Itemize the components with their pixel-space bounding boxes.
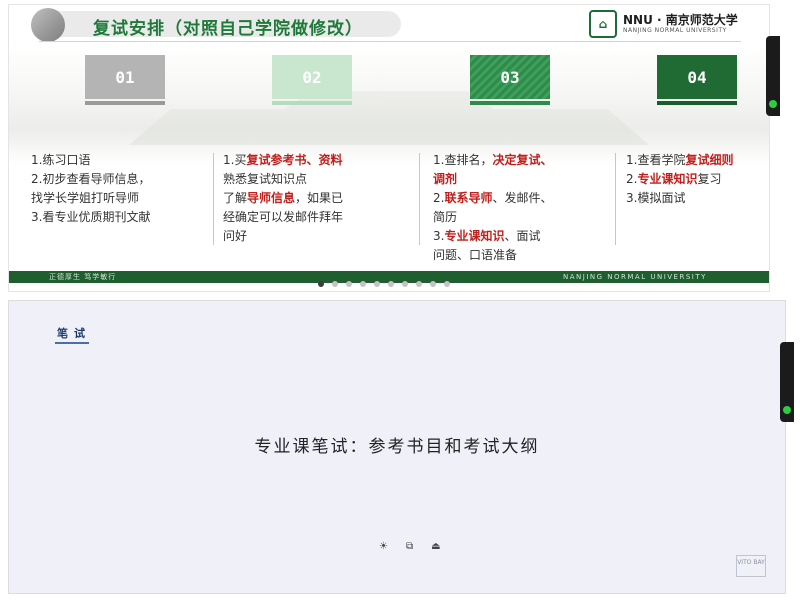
text-line: 2.专业课知识复习 <box>626 172 722 186</box>
status-dot-icon <box>769 100 777 108</box>
text-line: 3.看专业优质期刊文献 <box>31 210 151 224</box>
text-line: 2.初步查看导师信息， <box>31 172 151 186</box>
text-line: 问题、口语准备 <box>433 248 518 262</box>
column-divider <box>419 153 420 245</box>
text-line: 3.专业课知识、面试 <box>433 229 541 243</box>
slide-title: 复试安排（对照自己学院做修改） <box>93 19 363 39</box>
slide-main-text: 专业课笔试：参考书目和考试大纲 <box>254 437 540 457</box>
footer-university-name: NANJING NORMAL UNIVERSITY <box>563 273 707 281</box>
step-box-1: 01 <box>85 55 165 105</box>
highlight-text: 导师信息 <box>247 191 296 205</box>
step-number: 03 <box>500 67 520 87</box>
text-line: 调剂 <box>433 170 552 189</box>
page-dot[interactable] <box>360 281 366 287</box>
highlight-text: 专业课知识 <box>444 229 505 243</box>
text-line: 熟悉复试知识点 <box>223 172 308 186</box>
copy-icon[interactable]: ⧉ <box>406 541 413 552</box>
step-box-4: 04 <box>657 55 737 105</box>
side-panel-handle[interactable] <box>766 36 780 116</box>
column-divider <box>213 153 214 245</box>
eject-icon[interactable]: ⏏ <box>431 541 440 552</box>
highlight-text: 决定复试、 <box>492 153 553 167</box>
text-line: 1.查看学院复试细则 <box>626 153 734 167</box>
step-box-3: 03 <box>470 55 550 105</box>
step-number: 02 <box>302 67 322 87</box>
slide-2: 笔试 专业课笔试：参考书目和考试大纲 ☀ ⧉ ⏏ VITO BAY <box>8 300 786 594</box>
column-divider <box>615 153 616 245</box>
text-line: 1.练习口语 <box>31 153 91 167</box>
footer-motto: 正德厚生 笃学敏行 <box>49 273 117 281</box>
logo-name: NNU · 南京师范大学 <box>623 13 738 27</box>
highlight-text: 复试参考书、资料 <box>246 153 343 167</box>
step-3-text: 1.查排名，决定复试、 调剂 2.联系导师、发邮件、 简历 3.专业课知识、面试… <box>433 151 552 265</box>
text-line: 简历 <box>433 210 458 224</box>
page-dot[interactable] <box>416 281 422 287</box>
slide-1: 复试安排（对照自己学院做修改） ⌂ NNU · 南京师范大学 NANJING N… <box>8 4 770 292</box>
brightness-icon[interactable]: ☀ <box>379 541 388 552</box>
text-line: 找学长学姐打听导师 <box>31 191 140 205</box>
page-dot[interactable] <box>346 281 352 287</box>
slide-header: 复试安排（对照自己学院做修改） ⌂ NNU · 南京师范大学 NANJING N… <box>9 5 769 42</box>
section-tag-underline <box>55 342 89 344</box>
text-line: 1.买复试参考书、资料 <box>223 153 343 167</box>
slide-toolbar: ☀ ⧉ ⏏ <box>379 541 441 552</box>
text-line: 2.联系导师、发邮件、 <box>433 191 553 205</box>
watermark-badge: VITO BAY <box>736 555 766 577</box>
page-dot[interactable] <box>430 281 436 287</box>
text-line: 问好 <box>223 229 248 243</box>
step-box-2: 02 <box>272 55 352 105</box>
text-line: 1.查排名，决定复试、 <box>433 153 553 167</box>
carousel-indicator-1 <box>318 281 450 287</box>
step-1-text: 1.练习口语 2.初步查看导师信息， 找学长学姐打听导师 3.看专业优质期刊文献 <box>31 151 150 227</box>
highlight-text: 联系导师 <box>444 191 493 205</box>
page-dot[interactable] <box>374 281 380 287</box>
page-dot[interactable] <box>402 281 408 287</box>
step-4-text: 1.查看学院复试细则 2.专业课知识复习 3.模拟面试 <box>626 151 733 208</box>
university-emblem-icon: ⌂ <box>589 10 617 38</box>
text-line: 了解导师信息，如果已 <box>223 191 344 205</box>
page-dot[interactable] <box>444 281 450 287</box>
page-dot[interactable] <box>332 281 338 287</box>
side-panel-handle[interactable] <box>780 342 794 422</box>
university-logo: ⌂ NNU · 南京师范大学 NANJING NORMAL UNIVERSITY <box>589 10 738 38</box>
text-line: 经确定可以发邮件拜年 <box>223 210 344 224</box>
header-divider <box>39 41 741 42</box>
step-number: 04 <box>687 67 707 87</box>
page-dot[interactable] <box>388 281 394 287</box>
text-line: 3.模拟面试 <box>626 191 686 205</box>
highlight-text: 调剂 <box>433 172 458 186</box>
logo-subtitle: NANJING NORMAL UNIVERSITY <box>623 27 727 34</box>
title-circle-decoration <box>31 8 65 42</box>
status-dot-icon <box>783 406 791 414</box>
step-number: 01 <box>115 67 135 87</box>
step-2-text: 1.买复试参考书、资料 熟悉复试知识点 了解导师信息，如果已 经确定可以发邮件拜… <box>223 151 343 246</box>
section-tag: 笔试 <box>57 327 91 340</box>
highlight-text: 专业课知识 <box>637 172 698 186</box>
highlight-text: 复试细则 <box>685 153 734 167</box>
page-dot[interactable] <box>318 281 324 287</box>
